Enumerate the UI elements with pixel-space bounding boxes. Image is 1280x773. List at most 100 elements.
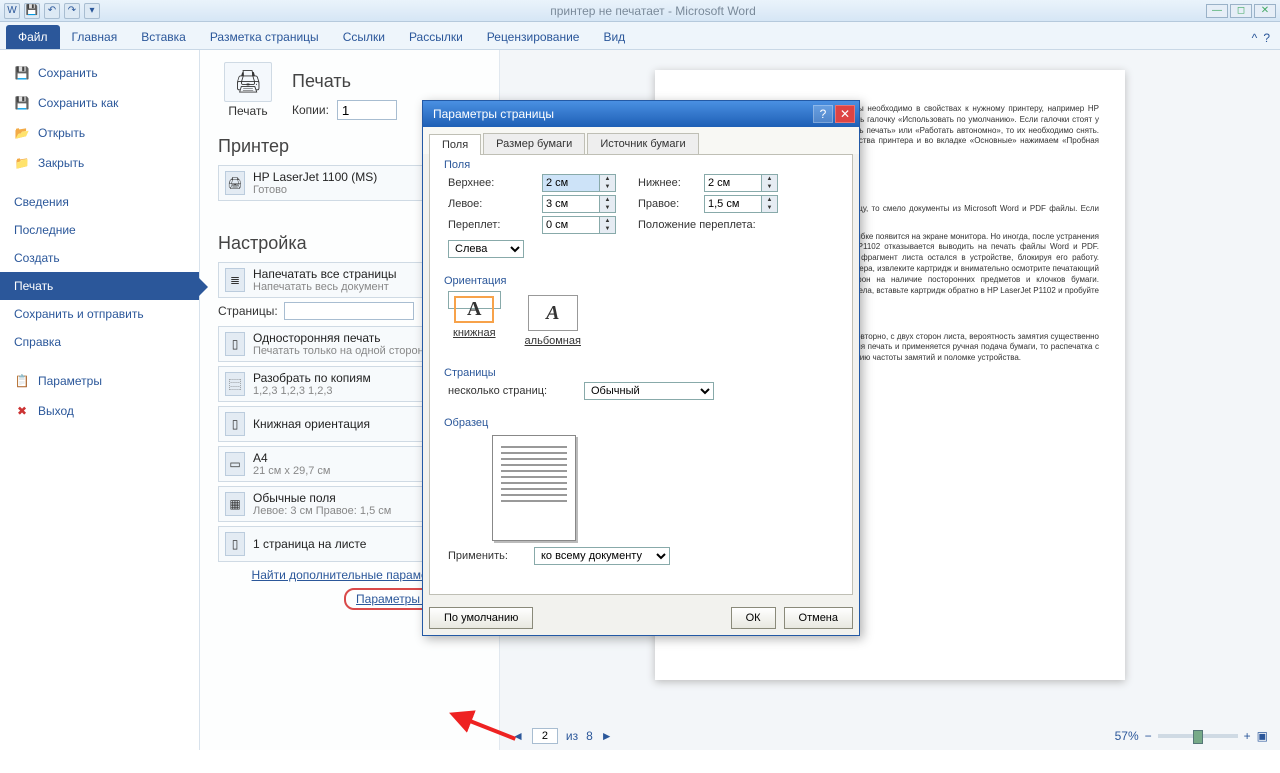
close-icon: 📁 — [14, 155, 30, 171]
printer-icon: 🖨 — [225, 171, 245, 195]
tab-insert[interactable]: Вставка — [129, 25, 198, 49]
margins-icon: ▦ — [225, 492, 245, 516]
portrait-icon: A — [454, 296, 494, 323]
open-icon: 📂 — [14, 125, 30, 141]
fit-page-button[interactable]: ▣ — [1257, 729, 1268, 743]
spinner-icon[interactable]: ▲▼ — [600, 195, 616, 213]
total-pages: 8 — [586, 729, 593, 743]
dialog-help-button[interactable]: ? — [813, 105, 833, 123]
nav-options[interactable]: 📋Параметры — [0, 366, 199, 396]
undo-icon[interactable]: ↶ — [44, 3, 60, 19]
copies-input[interactable] — [337, 100, 397, 120]
onesided-icon: ▯ — [225, 332, 245, 356]
save-icon[interactable]: 💾 — [24, 3, 40, 19]
nav-close[interactable]: 📁Закрыть — [0, 148, 199, 178]
gutter-position-select[interactable]: Слева — [448, 240, 524, 258]
page-number-input[interactable] — [532, 728, 558, 744]
title-bar: W 💾 ↶ ↷ ▾ принтер не печатает - Microsof… — [0, 0, 1280, 22]
paper-icon: ▭ — [225, 452, 245, 476]
zoom-value: 57% — [1115, 729, 1139, 743]
pages-icon: ≣ — [225, 268, 245, 292]
backstage-nav: 💾Сохранить 💾Сохранить как 📂Открыть 📁Закр… — [0, 50, 200, 750]
nav-share[interactable]: Сохранить и отправить — [0, 300, 199, 328]
default-button[interactable]: По умолчанию — [429, 607, 533, 629]
nav-print[interactable]: Печать — [0, 272, 199, 300]
multipage-select[interactable]: Обычный — [584, 382, 714, 400]
preview-thumbnail — [492, 435, 576, 541]
spinner-icon[interactable]: ▲▼ — [600, 174, 616, 192]
nav-new[interactable]: Создать — [0, 244, 199, 272]
maximize-button[interactable]: ◻ — [1230, 4, 1252, 18]
collate-icon: ⿳ — [225, 372, 245, 396]
nav-saveas[interactable]: 💾Сохранить как — [0, 88, 199, 118]
pages-input[interactable] — [284, 302, 414, 320]
spinner-icon[interactable]: ▲▼ — [762, 195, 778, 213]
pages-label: Страницы: — [218, 304, 278, 318]
print-button[interactable]: 🖨 Печать — [218, 62, 278, 118]
dialog-tabs: Поля Размер бумаги Источник бумаги — [423, 127, 859, 154]
tab-review[interactable]: Рецензирование — [475, 25, 592, 49]
portrait-option[interactable]: Aкнижная — [448, 291, 501, 309]
zoom-out-button[interactable]: − — [1145, 729, 1152, 743]
apply-to-select[interactable]: ко всему документу — [534, 547, 670, 565]
bottom-margin-input[interactable] — [704, 174, 762, 192]
window-title: принтер не печатает - Microsoft Word — [104, 4, 1202, 18]
printer-icon: 🖨 — [224, 62, 272, 102]
nav-open[interactable]: 📂Открыть — [0, 118, 199, 148]
portrait-icon: ▯ — [225, 412, 245, 436]
tab-source[interactable]: Источник бумаги — [587, 133, 698, 154]
of-label: из — [566, 729, 578, 743]
landscape-option[interactable]: Aальбомная — [521, 291, 585, 351]
word-app-icon[interactable]: W — [4, 3, 20, 19]
pages-group: Страницы несколько страниц: Обычный — [440, 369, 842, 411]
zoom-in-button[interactable]: + — [1244, 729, 1251, 743]
top-margin-input[interactable] — [542, 174, 600, 192]
nav-save[interactable]: 💾Сохранить — [0, 58, 199, 88]
page-setup-dialog: Параметры страницы ? ✕ Поля Размер бумаг… — [422, 100, 860, 636]
nav-help[interactable]: Справка — [0, 328, 199, 356]
preview-group: Образец Применить: ко всему документу — [440, 419, 842, 576]
pps-icon: ▯ — [225, 532, 245, 556]
ribbon-minimize-icon[interactable]: ^ — [1252, 31, 1258, 45]
copies-label: Копии: — [292, 103, 329, 117]
right-margin-input[interactable] — [704, 195, 762, 213]
spinner-icon[interactable]: ▲▼ — [600, 216, 616, 234]
nav-info[interactable]: Сведения — [0, 188, 199, 216]
landscape-icon: A — [528, 295, 578, 331]
help-icon[interactable]: ? — [1263, 31, 1270, 45]
orientation-group: Ориентация Aкнижная Aальбомная — [440, 277, 842, 361]
minimize-button[interactable]: — — [1206, 4, 1228, 18]
save-icon: 💾 — [14, 65, 30, 81]
print-header: Печать — [292, 71, 397, 92]
dialog-title: Параметры страницы — [427, 107, 811, 121]
redo-icon[interactable]: ↷ — [64, 3, 80, 19]
gutter-input[interactable] — [542, 216, 600, 234]
qat-customize-icon[interactable]: ▾ — [84, 3, 100, 19]
zoom-slider[interactable] — [1158, 734, 1238, 738]
left-margin-input[interactable] — [542, 195, 600, 213]
spinner-icon[interactable]: ▲▼ — [762, 174, 778, 192]
cancel-button[interactable]: Отмена — [784, 607, 853, 629]
tab-paper[interactable]: Размер бумаги — [483, 133, 585, 154]
close-button[interactable]: ✕ — [1254, 4, 1276, 18]
options-icon: 📋 — [14, 373, 30, 389]
ok-button[interactable]: ОК — [731, 607, 776, 629]
dialog-close-button[interactable]: ✕ — [835, 105, 855, 123]
tab-pagelayout[interactable]: Разметка страницы — [198, 25, 331, 49]
ribbon-tabs: Файл Главная Вставка Разметка страницы С… — [0, 22, 1280, 50]
tab-view[interactable]: Вид — [591, 25, 637, 49]
nav-exit[interactable]: ✖Выход — [0, 396, 199, 426]
tab-file[interactable]: Файл — [6, 25, 60, 49]
dialog-titlebar[interactable]: Параметры страницы ? ✕ — [423, 101, 859, 127]
margins-group: Поля Верхнее: ▲▼ Нижнее: ▲▼ Левое: ▲▼ Пр… — [440, 161, 842, 269]
window-controls: — ◻ ✕ — [1202, 4, 1280, 18]
tab-home[interactable]: Главная — [60, 25, 130, 49]
tab-margins[interactable]: Поля — [429, 134, 481, 155]
next-page-button[interactable]: ► — [601, 729, 613, 743]
preview-navbar: ◄ из 8 ► 57% − + ▣ — [500, 726, 1280, 746]
tab-references[interactable]: Ссылки — [331, 25, 397, 49]
quick-access-toolbar: W 💾 ↶ ↷ ▾ — [0, 3, 104, 19]
nav-recent[interactable]: Последние — [0, 216, 199, 244]
tab-mailings[interactable]: Рассылки — [397, 25, 475, 49]
exit-icon: ✖ — [14, 403, 30, 419]
